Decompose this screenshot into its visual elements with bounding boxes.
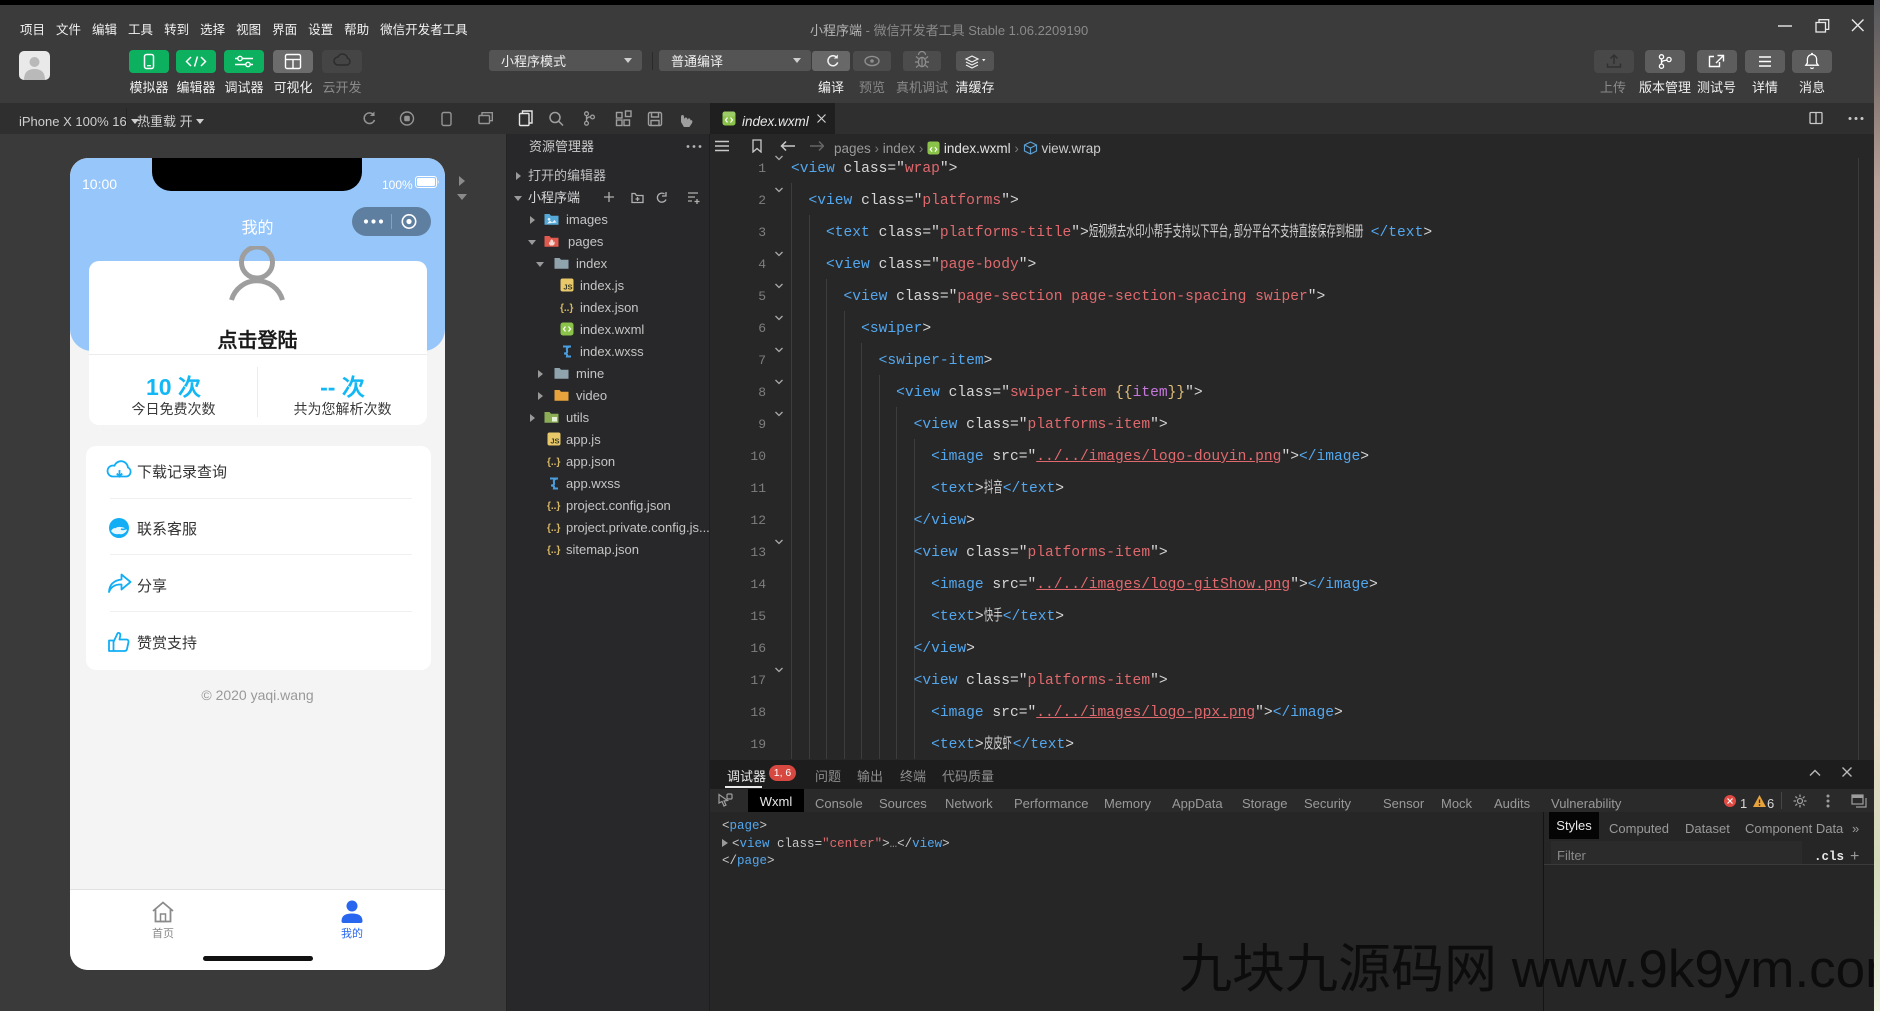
svg-text:{..}: {..} xyxy=(547,501,560,512)
svg-text:JS: JS xyxy=(550,437,559,446)
svg-text:JS: JS xyxy=(563,283,572,292)
svg-text:{..}: {..} xyxy=(547,523,560,534)
svg-text:{..}: {..} xyxy=(547,457,560,468)
svg-text:{..}: {..} xyxy=(560,303,573,314)
svg-text:{..}: {..} xyxy=(547,545,560,556)
